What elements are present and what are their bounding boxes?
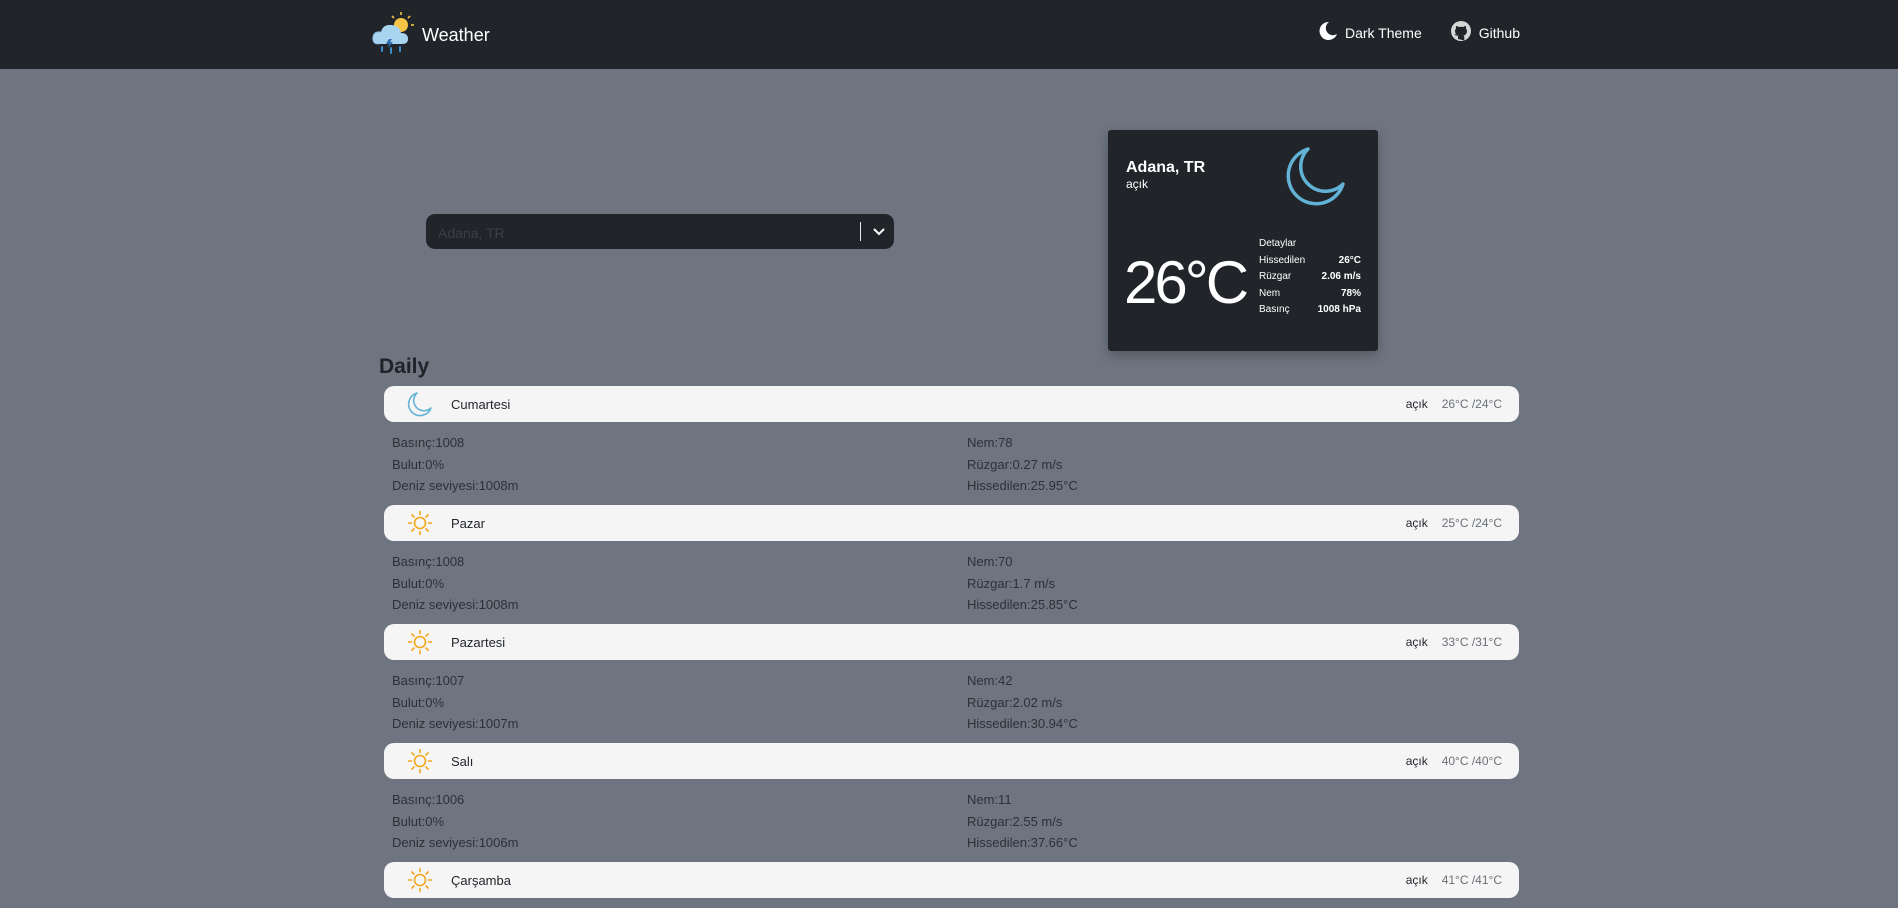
details-title: Detaylar bbox=[1259, 238, 1297, 249]
city-select[interactable] bbox=[426, 214, 894, 251]
day-description: açık bbox=[1405, 397, 1428, 411]
day-bar-cumartesi[interactable]: Cumartesi açık 26°C /24°C bbox=[384, 386, 1519, 422]
day-name: Salı bbox=[451, 753, 474, 769]
sun-icon bbox=[407, 629, 433, 655]
sun-icon bbox=[407, 867, 433, 893]
day-cloud: Bulut:0% bbox=[392, 575, 445, 591]
day-temperature: 41°C /41°C bbox=[1441, 873, 1502, 887]
current-details: Detaylar Hissedilen 26°C Rüzgar 2.06 m/s N… bbox=[1259, 236, 1361, 319]
sun-icon bbox=[407, 748, 433, 774]
day-bar-carsamba[interactable]: Çarşamba açık 41°C /41°C bbox=[384, 862, 1519, 898]
day-humidity: Nem:11 bbox=[967, 792, 1012, 807]
city-search-input[interactable] bbox=[436, 214, 860, 251]
day-feels-like: Hissedilen:25.85°C bbox=[967, 597, 1078, 612]
weather-logo-icon bbox=[370, 12, 416, 59]
day-sea-level: Deniz seviyesi:1008m bbox=[392, 478, 519, 493]
day-sea-level: Deniz seviyesi:1007m bbox=[392, 716, 519, 731]
day-details: Basınç:1006 Bulut:0% Deniz seviyesi:1006… bbox=[384, 779, 1519, 862]
day-name: Cumartesi bbox=[451, 396, 511, 412]
brand-title: Weather bbox=[422, 25, 490, 45]
day-sea-level: Deniz seviyesi:1006m bbox=[392, 835, 519, 850]
day-description: açık bbox=[1405, 754, 1428, 768]
day-pressure: Basınç:1006 bbox=[392, 792, 465, 807]
day-wind: Rüzgar:2.02 m/s bbox=[967, 694, 1063, 710]
day-feels-like: Hissedilen:30.94°C bbox=[967, 716, 1078, 731]
current-city: Adana, TR bbox=[1126, 159, 1206, 176]
detail-value: 78% bbox=[1340, 287, 1361, 299]
day-bar-pazar[interactable]: Pazar açık 25°C /24°C bbox=[384, 505, 1519, 541]
day-wind: Rüzgar:0.27 m/s bbox=[967, 456, 1063, 472]
moon-icon bbox=[1318, 21, 1338, 44]
day-description: açık bbox=[1405, 873, 1428, 887]
navbar: Weather Dark Theme Github bbox=[0, 0, 1898, 69]
day-temperature: 40°C /40°C bbox=[1441, 754, 1502, 768]
detail-value: 2.06 m/s bbox=[1321, 271, 1361, 282]
day-description: açık bbox=[1405, 516, 1428, 530]
day-sea-level: Deniz seviyesi:1008m bbox=[392, 597, 519, 612]
github-link[interactable]: Github bbox=[1450, 20, 1520, 45]
dark-theme-toggle[interactable]: Dark Theme bbox=[1318, 21, 1422, 44]
day-pressure: Basınç:1008 bbox=[392, 554, 465, 569]
day-humidity: Nem:42 bbox=[967, 673, 1013, 688]
day-humidity: Nem:78 bbox=[967, 435, 1013, 450]
day-temperature: 25°C /24°C bbox=[1441, 516, 1502, 530]
current-description: açık bbox=[1126, 177, 1149, 191]
day-bar-pazartesi[interactable]: Pazartesi açık 33°C /31°C bbox=[384, 624, 1519, 660]
day-pressure: Basınç:1008 bbox=[392, 435, 465, 450]
select-separator bbox=[860, 222, 861, 241]
day-details: Basınç:1007 Bulut:0% Deniz seviyesi:1007… bbox=[384, 660, 1519, 743]
day-bar-sali[interactable]: Salı açık 40°C /40°C bbox=[384, 743, 1519, 779]
day-details: Basınç:1008 Bulut:0% Deniz seviyesi:1008… bbox=[384, 422, 1519, 505]
github-label: Github bbox=[1478, 24, 1520, 41]
detail-value: 1008 hPa bbox=[1317, 304, 1361, 315]
day-cloud: Bulut:0% bbox=[392, 456, 445, 472]
day-description: açık bbox=[1405, 635, 1428, 649]
detail-label: Hissedilen bbox=[1259, 254, 1306, 266]
day-wind: Rüzgar:1.7 m/s bbox=[967, 575, 1056, 591]
github-icon bbox=[1450, 20, 1472, 45]
daily-title: Daily bbox=[379, 355, 430, 378]
moon-icon bbox=[1283, 144, 1347, 213]
day-name: Pazar bbox=[451, 515, 485, 531]
chevron-down-icon[interactable] bbox=[866, 214, 892, 249]
day-name: Çarşamba bbox=[451, 872, 511, 888]
day-feels-like: Hissedilen:37.66°C bbox=[967, 835, 1078, 850]
day-temperature: 33°C /31°C bbox=[1441, 635, 1502, 649]
dark-theme-label: Dark Theme bbox=[1344, 24, 1422, 41]
day-cloud: Bulut:0% bbox=[392, 813, 445, 829]
day-name: Pazartesi bbox=[451, 634, 506, 650]
current-temperature: 26°C bbox=[1124, 249, 1249, 316]
day-cloud: Bulut:0% bbox=[392, 694, 445, 710]
day-details: Basınç:1008 Bulut:0% Deniz seviyesi:1008… bbox=[384, 541, 1519, 624]
detail-label: Rüzgar bbox=[1259, 271, 1292, 282]
detail-label: Nem bbox=[1259, 287, 1281, 299]
sun-icon bbox=[407, 510, 433, 536]
day-temperature: 26°C /24°C bbox=[1441, 397, 1502, 411]
detail-value: 26°C bbox=[1338, 254, 1361, 266]
day-pressure: Basınç:1007 bbox=[392, 673, 465, 688]
daily-list: Cumartesi açık 26°C /24°C Basınç:1008 Bu… bbox=[384, 386, 1519, 898]
day-wind: Rüzgar:2.55 m/s bbox=[967, 813, 1063, 829]
current-weather-card: Adana, TR açık 26°C Detaylar Hissedilen 2… bbox=[1108, 130, 1378, 351]
moon-icon bbox=[407, 391, 433, 417]
brand[interactable]: Weather bbox=[370, 12, 490, 59]
detail-label: Basınç bbox=[1259, 304, 1290, 315]
day-humidity: Nem:70 bbox=[967, 554, 1013, 569]
day-feels-like: Hissedilen:25.95°C bbox=[967, 478, 1078, 493]
